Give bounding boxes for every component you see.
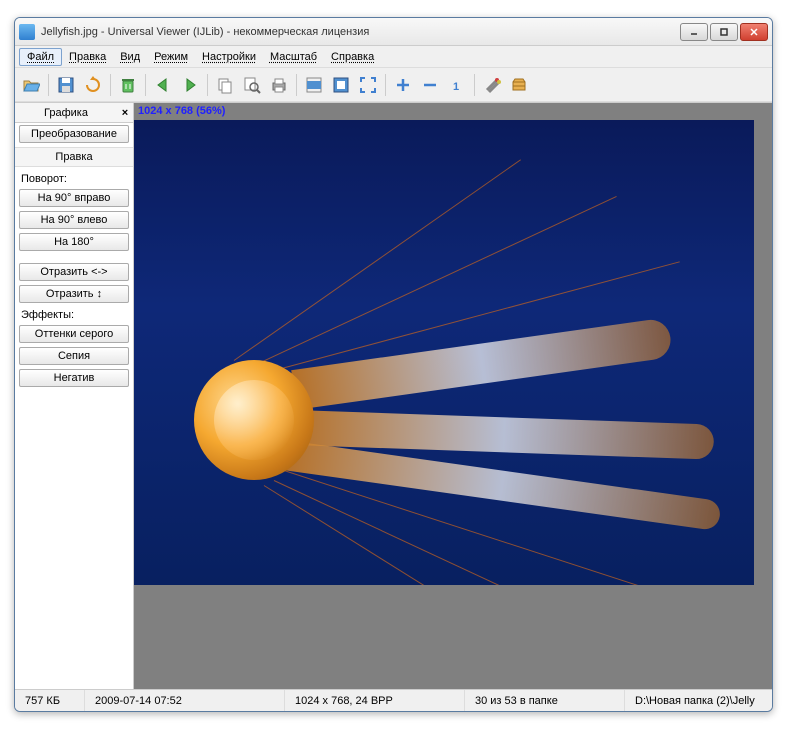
- minimize-button[interactable]: [680, 23, 708, 41]
- sidebar: Графика × Преобразование Правка Поворот:…: [15, 103, 134, 689]
- toolbar: 1: [15, 68, 772, 102]
- app-window: Jellyfish.jpg - Universal Viewer (IJLib)…: [14, 17, 773, 712]
- grayscale-button[interactable]: Оттенки серого: [19, 325, 129, 343]
- zoom-actual-icon[interactable]: 1: [445, 73, 469, 97]
- window-title: Jellyfish.jpg - Universal Viewer (IJLib)…: [41, 26, 680, 38]
- status-path: D:\Новая папка (2)\Jelly: [625, 690, 772, 711]
- plugins-icon[interactable]: [507, 73, 531, 97]
- menu-zoom[interactable]: Масштаб: [263, 49, 324, 65]
- negative-button[interactable]: Негатив: [19, 369, 129, 387]
- open-icon[interactable]: [19, 73, 43, 97]
- print-icon[interactable]: [267, 73, 291, 97]
- image-viewer[interactable]: 1024 x 768 (56%): [134, 103, 772, 689]
- status-filesize: 757 КБ: [15, 690, 85, 711]
- rotate-90-right-button[interactable]: На 90° вправо: [19, 189, 129, 207]
- fit-window-icon[interactable]: [329, 73, 353, 97]
- status-index: 30 из 53 в папке: [465, 690, 625, 711]
- edit-header: Правка: [15, 147, 133, 167]
- delete-icon[interactable]: [116, 73, 140, 97]
- content-area: Графика × Преобразование Правка Поворот:…: [15, 102, 772, 689]
- maximize-button[interactable]: [710, 23, 738, 41]
- menu-mode[interactable]: Режим: [147, 49, 195, 65]
- dimensions-overlay: 1024 x 768 (56%): [138, 105, 225, 117]
- fullscreen-icon[interactable]: [356, 73, 380, 97]
- settings-icon[interactable]: [480, 73, 504, 97]
- zoom-out-icon[interactable]: [418, 73, 442, 97]
- menu-file[interactable]: Файл: [19, 48, 62, 66]
- effects-label: Эффекты:: [15, 305, 133, 323]
- fit-width-icon[interactable]: [302, 73, 326, 97]
- app-icon: [19, 24, 35, 40]
- status-dimensions: 1024 x 768, 24 BPP: [285, 690, 465, 711]
- flip-horizontal-button[interactable]: Отразить <->: [19, 263, 129, 281]
- rotate-180-button[interactable]: На 180°: [19, 233, 129, 251]
- menu-edit[interactable]: Правка: [62, 49, 113, 65]
- menu-settings[interactable]: Настройки: [195, 49, 263, 65]
- status-date: 2009-07-14 07:52: [85, 690, 285, 711]
- close-button[interactable]: [740, 23, 768, 41]
- sepia-button[interactable]: Сепия: [19, 347, 129, 365]
- copy-icon[interactable]: [213, 73, 237, 97]
- rotation-label: Поворот:: [15, 169, 133, 187]
- sidebar-tab-header: Графика ×: [15, 103, 133, 123]
- svg-text:1: 1: [453, 81, 459, 93]
- prev-icon[interactable]: [151, 73, 175, 97]
- zoom-in-icon[interactable]: [391, 73, 415, 97]
- next-icon[interactable]: [178, 73, 202, 97]
- reload-icon[interactable]: [81, 73, 105, 97]
- search-icon[interactable]: [240, 73, 264, 97]
- displayed-image: [134, 120, 754, 585]
- save-icon[interactable]: [54, 73, 78, 97]
- menubar: Файл Правка Вид Режим Настройки Масштаб …: [15, 46, 772, 68]
- transform-button[interactable]: Преобразование: [19, 125, 129, 143]
- sidebar-tab-label[interactable]: Графика: [15, 105, 117, 121]
- menu-help[interactable]: Справка: [324, 49, 381, 65]
- statusbar: 757 КБ 2009-07-14 07:52 1024 x 768, 24 B…: [15, 689, 772, 711]
- flip-vertical-button[interactable]: Отразить ↕: [19, 285, 129, 303]
- sidebar-close-icon[interactable]: ×: [117, 107, 133, 119]
- titlebar[interactable]: Jellyfish.jpg - Universal Viewer (IJLib)…: [15, 18, 772, 46]
- rotate-90-left-button[interactable]: На 90° влево: [19, 211, 129, 229]
- menu-view[interactable]: Вид: [113, 49, 147, 65]
